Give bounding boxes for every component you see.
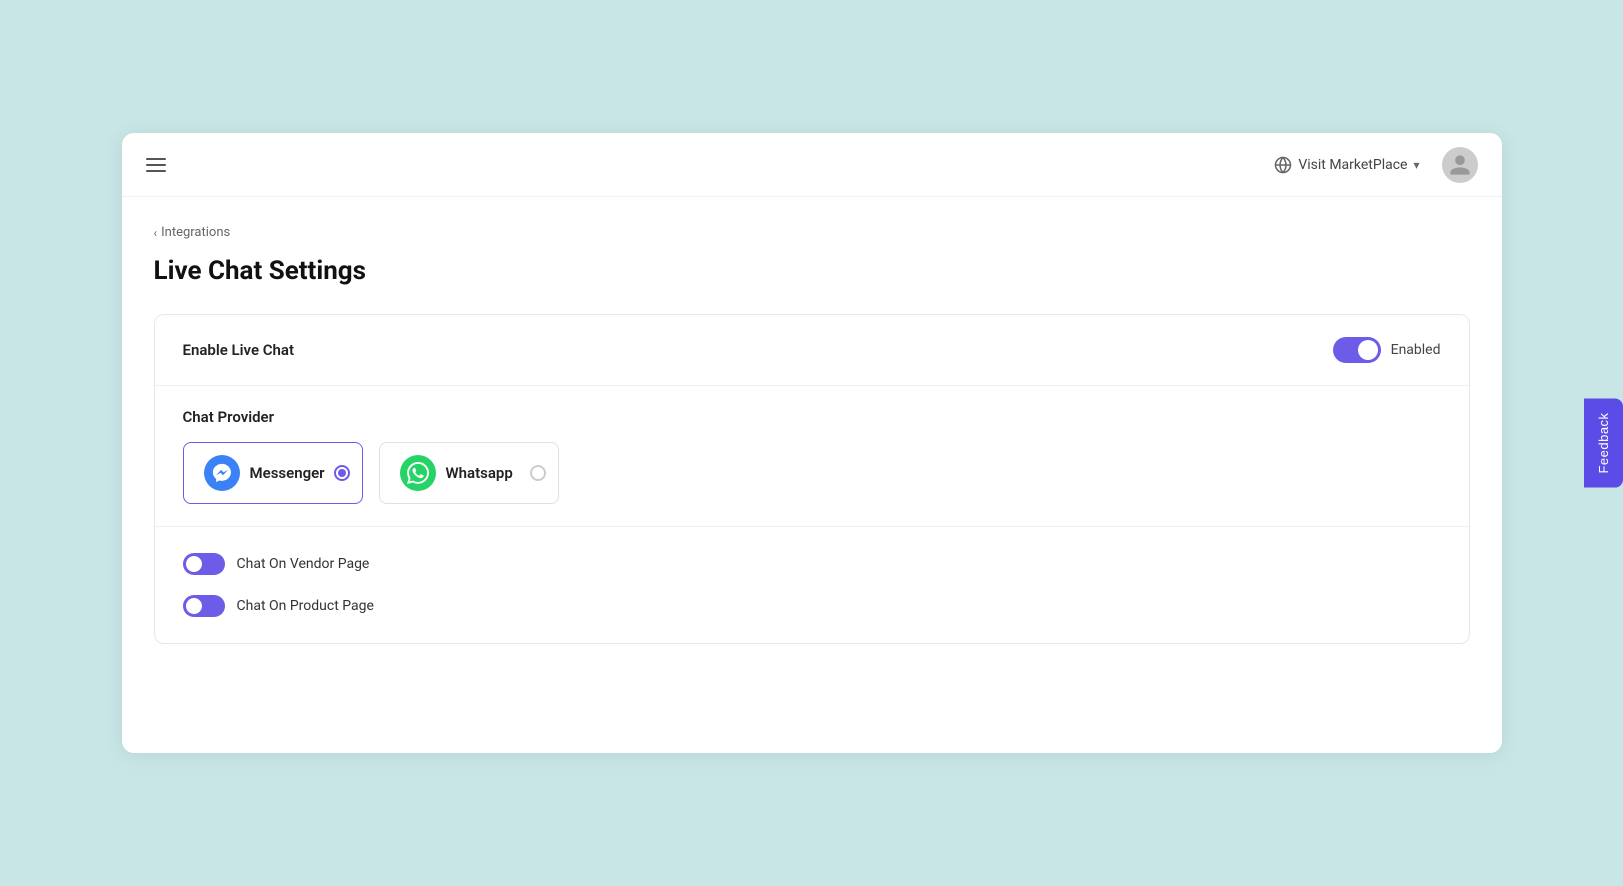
outer-container: Visit MarketPlace ▾ ‹ Integrations Live … xyxy=(0,0,1623,886)
chat-vendor-page-row: Chat On Vendor Page xyxy=(183,543,1441,585)
breadcrumb-parent: Integrations xyxy=(161,225,230,240)
chat-vendor-page-label: Chat On Vendor Page xyxy=(237,556,370,572)
chat-product-slider xyxy=(183,595,225,617)
visit-marketplace-label: Visit MarketPlace xyxy=(1298,157,1407,173)
user-icon xyxy=(1448,153,1472,177)
toggle-slider xyxy=(1333,337,1381,363)
whatsapp-label: Whatsapp xyxy=(446,464,513,482)
messenger-icon-bg xyxy=(204,455,240,491)
messenger-option[interactable]: Messenger xyxy=(183,442,363,504)
whatsapp-icon-bg xyxy=(400,455,436,491)
chat-provider-section: Chat Provider Messenger xyxy=(155,386,1469,527)
chat-product-page-toggle[interactable] xyxy=(183,595,225,617)
chevron-down-icon: ▾ xyxy=(1413,158,1419,172)
chat-vendor-page-toggle[interactable] xyxy=(183,553,225,575)
whatsapp-option[interactable]: Whatsapp xyxy=(379,442,559,504)
chat-provider-label: Chat Provider xyxy=(183,408,1441,426)
hamburger-icon[interactable] xyxy=(146,158,166,172)
messenger-label: Messenger xyxy=(250,464,325,482)
enable-live-chat-row: Enable Live Chat Enabled xyxy=(155,315,1469,386)
page-title: Live Chat Settings xyxy=(154,256,1470,286)
breadcrumb[interactable]: ‹ Integrations xyxy=(154,225,1470,240)
content: ‹ Integrations Live Chat Settings Enable… xyxy=(122,197,1502,672)
settings-card: Enable Live Chat Enabled Chat Provider xyxy=(154,314,1470,644)
enable-live-chat-toggle-wrapper: Enabled xyxy=(1333,337,1441,363)
header-right: Visit MarketPlace ▾ xyxy=(1264,147,1477,183)
avatar[interactable] xyxy=(1442,147,1478,183)
provider-options: Messenger Whatsapp xyxy=(183,442,1441,504)
visit-marketplace-button[interactable]: Visit MarketPlace ▾ xyxy=(1264,150,1429,180)
chat-product-page-row: Chat On Product Page xyxy=(183,585,1441,627)
enable-live-chat-toggle[interactable] xyxy=(1333,337,1381,363)
feedback-wrapper: Feedback xyxy=(1584,398,1623,487)
breadcrumb-chevron-icon: ‹ xyxy=(154,226,158,240)
messenger-icon xyxy=(211,462,233,484)
feedback-button[interactable]: Feedback xyxy=(1584,398,1623,487)
header: Visit MarketPlace ▾ xyxy=(122,133,1502,197)
globe-icon xyxy=(1274,156,1292,174)
main-card: Visit MarketPlace ▾ ‹ Integrations Live … xyxy=(122,133,1502,753)
enable-live-chat-status: Enabled xyxy=(1391,342,1441,358)
whatsapp-radio xyxy=(530,465,546,481)
inline-toggles-section: Chat On Vendor Page Chat On Product Page xyxy=(155,527,1469,643)
enable-live-chat-label: Enable Live Chat xyxy=(183,341,295,359)
chat-product-page-label: Chat On Product Page xyxy=(237,598,374,614)
messenger-radio xyxy=(334,465,350,481)
whatsapp-icon xyxy=(407,462,429,484)
chat-vendor-slider xyxy=(183,553,225,575)
